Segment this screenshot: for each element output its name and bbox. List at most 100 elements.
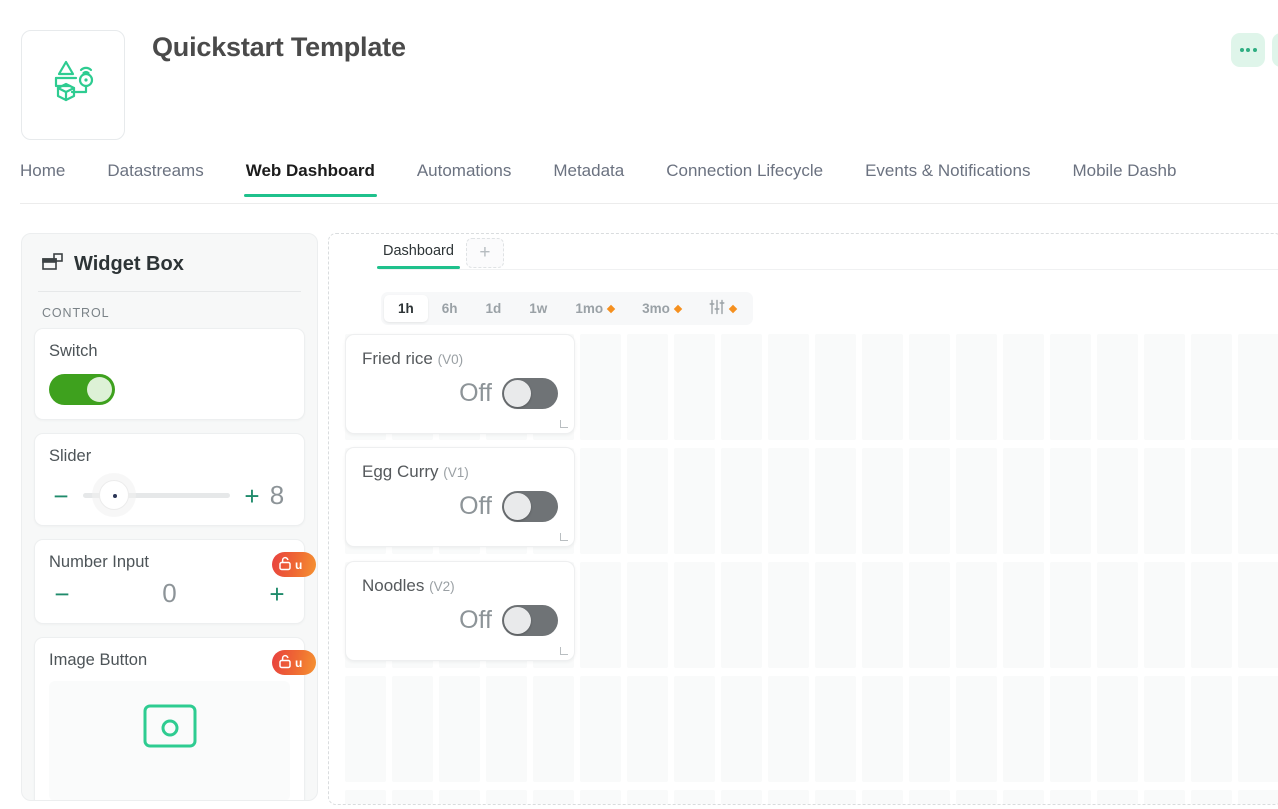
time-range-settings[interactable] — [695, 295, 750, 322]
grid-cell — [627, 448, 668, 554]
grid-cell — [1191, 448, 1232, 554]
nav-item-events-notifications[interactable]: Events & Notifications — [865, 155, 1030, 197]
time-range-6h[interactable]: 6h — [428, 295, 472, 322]
grid-cell — [1050, 676, 1091, 782]
number-increment-button[interactable]: + — [264, 581, 290, 607]
nav-item-automations[interactable]: Automations — [417, 155, 512, 197]
grid-cell — [533, 676, 574, 782]
nav-item-datastreams[interactable]: Datastreams — [107, 155, 203, 197]
time-range-label: 1w — [529, 301, 548, 316]
widget-vpin: (V0) — [437, 352, 464, 367]
grid-cell — [345, 790, 386, 804]
resize-handle-icon[interactable] — [560, 420, 568, 428]
widget-card-switch[interactable]: Switch — [34, 328, 305, 420]
grid-cell — [1144, 676, 1185, 782]
widget-vpin: (V2) — [429, 579, 455, 594]
slider-track[interactable] — [83, 480, 230, 510]
grid-cell — [1238, 334, 1278, 440]
time-range-1d[interactable]: 1d — [472, 295, 516, 322]
grid-cell — [956, 448, 997, 554]
grid-cell — [674, 562, 715, 668]
iot-template-logo-icon — [42, 52, 104, 119]
unlock-icon — [278, 556, 292, 574]
grid-cell — [1144, 448, 1185, 554]
grid-cell — [909, 448, 950, 554]
slider-knob[interactable] — [99, 480, 129, 510]
nav-item-connection-lifecycle[interactable]: Connection Lifecycle — [666, 155, 823, 197]
grid-cell — [1238, 562, 1278, 668]
nav-item-web-dashboard[interactable]: Web Dashboard — [243, 155, 377, 197]
slider-value: 8 — [269, 480, 285, 510]
grid-cell — [1003, 562, 1044, 668]
time-range-label: 1mo — [575, 301, 604, 316]
time-range-1h[interactable]: 1h — [384, 295, 428, 322]
app-header: Quickstart Template — [0, 0, 1278, 150]
image-button-preview[interactable] — [49, 681, 290, 800]
slider-decrement-button[interactable]: − — [49, 483, 73, 509]
grid-cell — [627, 790, 668, 804]
grid-cell — [768, 334, 809, 440]
number-decrement-button[interactable]: − — [49, 581, 75, 607]
grid-cell — [909, 676, 950, 782]
page-title: Quickstart Template — [152, 32, 406, 62]
widget-label: Switch — [49, 342, 98, 360]
grid-cell — [909, 790, 950, 804]
grid-cell — [1144, 562, 1185, 668]
grid-cell — [1003, 448, 1044, 554]
grid-cell — [580, 562, 621, 668]
grid-cell — [1097, 676, 1138, 782]
grid-cell — [580, 448, 621, 554]
nav-divider — [20, 203, 1278, 204]
grid-cell — [815, 790, 856, 804]
grid-cell — [909, 562, 950, 668]
nav-item-mobile-dashb[interactable]: Mobile Dashb — [1072, 155, 1176, 197]
grid-cell — [580, 676, 621, 782]
grid-cell — [439, 676, 480, 782]
image-placeholder-icon — [142, 703, 198, 756]
widget-toggle[interactable] — [502, 378, 558, 409]
widget-toggle[interactable] — [502, 605, 558, 636]
grid-cell — [721, 562, 762, 668]
grid-cell — [721, 448, 762, 554]
time-range-selector: 1h 6h 1d 1w 1mo 3mo — [381, 292, 753, 325]
header-more-button[interactable] — [1231, 33, 1265, 67]
widget-card-image-button[interactable]: Image Button u — [34, 637, 316, 800]
widget-title: Egg Curry (V1) — [362, 462, 558, 482]
pro-lock-badge[interactable]: u — [272, 552, 316, 577]
resize-handle-icon[interactable] — [560, 647, 568, 655]
pro-lock-badge[interactable]: u — [272, 650, 316, 675]
switch-toggle[interactable] — [49, 374, 115, 405]
grid-cell — [345, 676, 386, 782]
time-range-3mo[interactable]: 3mo — [628, 295, 695, 322]
grid-cell — [580, 334, 621, 440]
grid-cell — [392, 790, 433, 804]
grid-cell — [956, 562, 997, 668]
slider-increment-button[interactable]: + — [240, 483, 264, 509]
add-dashboard-tab-button[interactable]: + — [465, 238, 504, 268]
dashboard-widget-fried-rice[interactable]: Fried rice (V0) Off — [345, 334, 575, 434]
nav-item-home[interactable]: Home — [20, 155, 65, 197]
dashboard-widget-egg-curry[interactable]: Egg Curry (V1) Off — [345, 447, 575, 547]
number-value: 0 — [162, 578, 177, 608]
widget-card-number-input[interactable]: Number Input u − 0 + — [34, 539, 316, 624]
time-range-1mo[interactable]: 1mo — [561, 295, 628, 322]
dashboard-tabs: Dashboard + — [377, 236, 504, 269]
dashboard-widget-noodles[interactable]: Noodles (V2) Off — [345, 561, 575, 661]
grid-cell — [486, 790, 527, 804]
resize-handle-icon[interactable] — [560, 533, 568, 541]
header-secondary-button[interactable] — [1272, 33, 1278, 67]
nav-item-metadata[interactable]: Metadata — [553, 155, 624, 197]
grid-cell — [486, 676, 527, 782]
widget-vpin: (V1) — [443, 465, 469, 480]
widget-title-text: Egg Curry — [362, 462, 439, 481]
grid-cell — [1191, 334, 1232, 440]
widget-card-slider[interactable]: Slider − + 8 — [34, 433, 305, 526]
time-range-1w[interactable]: 1w — [515, 295, 561, 322]
grid-cell — [1191, 676, 1232, 782]
pro-diamond-icon — [728, 304, 738, 313]
grid-cell — [1097, 562, 1138, 668]
switch-knob — [87, 377, 112, 402]
grid-cell — [721, 334, 762, 440]
widget-toggle[interactable] — [502, 491, 558, 522]
dashboard-tab-dashboard[interactable]: Dashboard — [377, 236, 460, 269]
